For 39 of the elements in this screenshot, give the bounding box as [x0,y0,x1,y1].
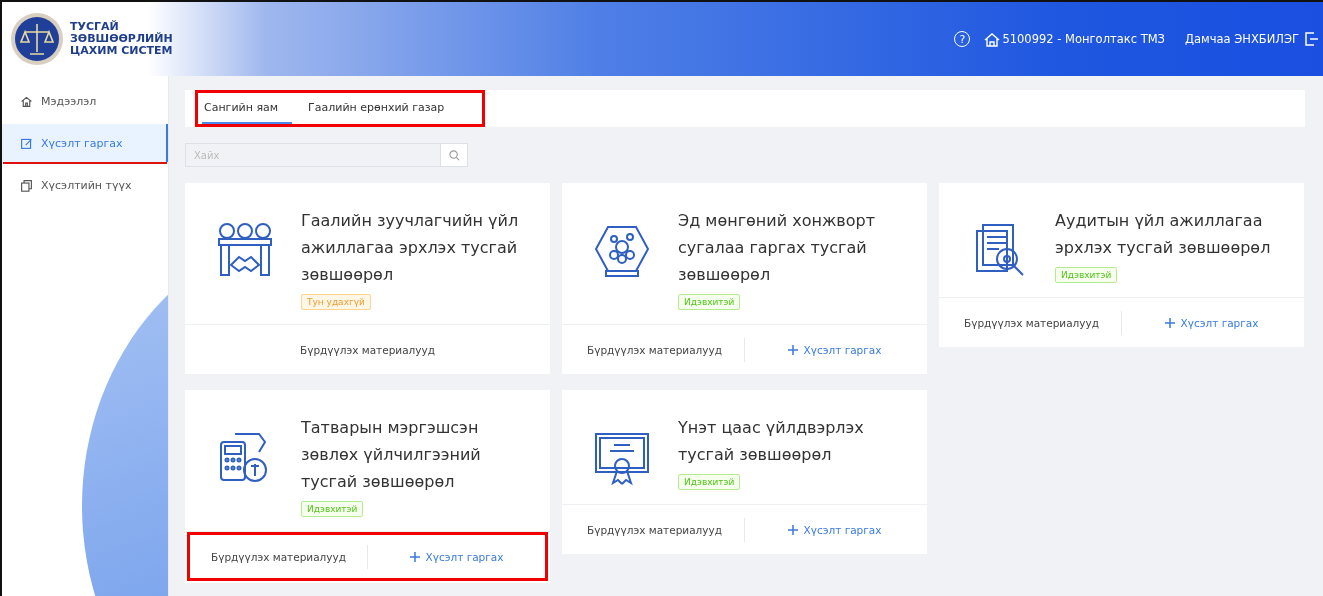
logout-icon[interactable] [1305,32,1319,46]
documents-icon [20,178,33,192]
sidebar-item[interactable]: Хүсэлтийн түүх [2,166,168,204]
tab[interactable]: Сангийн яам [202,93,293,124]
organization-name[interactable]: 5100992 - Монголтакс ТМЗ [1002,32,1165,46]
sidebar-item[interactable]: Мэдээлэл [2,82,168,120]
plus-icon[interactable] [787,524,798,535]
materials-link[interactable]: Бүрдүүлэх материалууд [963,316,1100,329]
plus-icon[interactable] [787,344,798,355]
plus-icon[interactable] [409,551,420,562]
home-icon [20,94,33,108]
materials-link[interactable]: Бүрдүүлэх материалууд [299,343,436,356]
home-icon [984,31,1001,47]
materials-link[interactable]: Бүрдүүлэх материалууд [586,343,723,356]
card-title: Үнэт цаас үйлдвэрлэх тусгай зөвшөөрөл [678,417,865,466]
status-badge: Тун удахгүй [301,294,371,310]
status-badge: Идэвхитэй [301,501,364,517]
search-field[interactable]: Хайх [185,143,440,167]
card-title: Эд мөнгөний хонжворт сугалаа гаргах тусгай зөвшөөрөл [678,210,876,286]
status-badge: Идэвхитэй [678,294,741,310]
materials-link[interactable]: Бүрдүүлэх материалууд [586,523,723,536]
emblem-logo-icon [10,12,64,66]
user-name[interactable]: Дамчаа ЭНХБИЛЭГ [1185,32,1299,46]
logo-text: ТУСГАЙ ЗӨВШӨӨРЛИЙН ЦАХИМ СИСТЕМ [70,21,173,57]
edit-icon [20,136,33,150]
sidebar-item[interactable]: Хүсэлт гаргах [2,124,168,162]
materials-link[interactable]: Бүрдүүлэх материалууд [210,550,347,563]
apply-button[interactable]: Хүсэлт гаргах [781,342,888,357]
apply-button[interactable]: Хүсэлт гаргах [781,522,888,537]
apply-button[interactable]: Хүсэлт гаргах [1158,315,1265,330]
card-title: Аудитын үйл ажиллагаа эрхлэх тусгай зөвшөөрөл [1055,210,1272,259]
plus-icon[interactable] [1164,317,1175,328]
tab[interactable]: Гаалийн ерөнхий газар [306,93,459,124]
card-title: Гаалийн зуучлагчийн үйл ажиллагаа эрхлэх тусгай зөвшөөрөл [301,210,520,286]
card-title: Татварын мэргэшсэн зөвлөх үйлчилгээний тусгай зөвшөөрөл [301,417,482,493]
status-badge: Идэвхитэй [1055,267,1118,283]
search-icon[interactable] [440,143,468,167]
status-badge: Идэвхитэй [678,474,741,490]
apply-button[interactable]: Хүсэлт гаргах [403,549,510,564]
